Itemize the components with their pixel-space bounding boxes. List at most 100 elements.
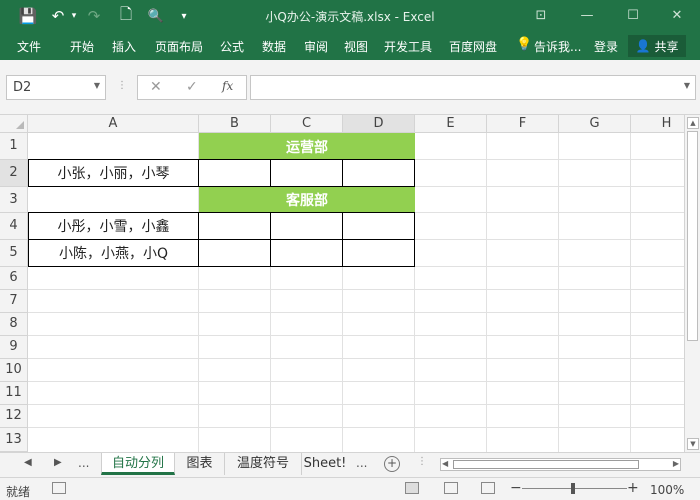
splitter-icon[interactable]: ⋮ — [417, 456, 427, 467]
share-label: 共享 — [654, 39, 679, 54]
cell-c4[interactable] — [270, 212, 343, 240]
row-header-13[interactable]: 13 — [0, 428, 28, 452]
cell-a2[interactable]: 小张，小丽，小琴 — [28, 159, 199, 187]
tab-view[interactable]: 视图 — [344, 38, 368, 55]
ribbon-display-icon[interactable]: ⊡ — [528, 4, 554, 26]
tab-formulas[interactable]: 公式 — [220, 38, 244, 55]
cell-d2[interactable] — [342, 159, 415, 187]
row-header-5[interactable]: 5 — [0, 240, 28, 267]
cell-b5[interactable] — [198, 239, 271, 267]
tab-scroll-left-icon[interactable]: ◀ — [24, 457, 32, 468]
column-header-e[interactable]: E — [415, 115, 487, 133]
gridline — [28, 289, 684, 290]
vertical-scrollbar[interactable]: ▲ ▼ — [684, 115, 700, 452]
name-box[interactable]: D2 ▼ — [6, 75, 106, 100]
close-icon[interactable]: ✕ — [664, 4, 690, 26]
cell-b2[interactable] — [198, 159, 271, 187]
scroll-right-icon[interactable]: ▶ — [673, 459, 679, 468]
expand-formula-icon[interactable]: ▼ — [684, 81, 690, 90]
tab-baidu-netdisk[interactable]: 百度网盘 — [449, 38, 497, 55]
sheet-tab-chart[interactable]: 图表 — [175, 453, 225, 475]
row-header-12[interactable]: 12 — [0, 405, 28, 428]
gridline — [28, 381, 684, 382]
gridline — [28, 335, 684, 336]
cell-a4[interactable]: 小彤，小雪，小鑫 — [28, 212, 199, 240]
formula-input[interactable]: ▼ — [250, 75, 696, 100]
tab-home[interactable]: 开始 — [70, 38, 94, 55]
chevron-down-icon[interactable]: ▼ — [94, 81, 100, 90]
cell-b1-merged-header[interactable]: 运营部 — [199, 133, 415, 160]
row-header-3[interactable]: 3 — [0, 187, 28, 213]
gridline — [28, 404, 684, 405]
tab-review[interactable]: 审阅 — [304, 38, 328, 55]
status-bar: 就绪 − + 100% — [0, 477, 700, 500]
cell-b3-merged-header[interactable]: 客服部 — [199, 187, 415, 213]
scroll-up-icon[interactable]: ▲ — [687, 117, 699, 129]
row-header-8[interactable]: 8 — [0, 313, 28, 336]
row-header-1[interactable]: 1 — [0, 133, 28, 160]
cell-d4[interactable] — [342, 212, 415, 240]
signin-link[interactable]: 登录 — [594, 38, 618, 55]
cell-d5[interactable] — [342, 239, 415, 267]
more-tabs-left[interactable]: ... — [78, 456, 89, 470]
column-header-f[interactable]: F — [487, 115, 559, 133]
tab-scroll-right-icon[interactable]: ▶ — [54, 457, 62, 468]
spreadsheet-grid[interactable]: A B C D E F G H 1 2 3 4 5 6 7 8 9 10 11 … — [0, 115, 684, 452]
row-header-7[interactable]: 7 — [0, 290, 28, 313]
row-header-6[interactable]: 6 — [0, 267, 28, 290]
maximize-icon[interactable]: ☐ — [620, 4, 646, 26]
name-box-value: D2 — [13, 80, 32, 95]
sheet-tab-sheet[interactable]: Sheet! — [302, 453, 348, 475]
row-header-9[interactable]: 9 — [0, 336, 28, 359]
column-header-h[interactable]: H — [631, 115, 684, 133]
cell-a5[interactable]: 小陈，小燕，小Q — [28, 239, 199, 267]
page-break-view-icon[interactable] — [481, 482, 495, 494]
zoom-in-icon[interactable]: + — [627, 480, 639, 496]
gridline — [28, 358, 684, 359]
tab-developer[interactable]: 开发工具 — [384, 38, 432, 55]
sheet-tab-auto-split[interactable]: 自动分列 — [101, 453, 175, 475]
add-sheet-icon[interactable]: + — [384, 456, 400, 472]
formula-bar: D2 ▼ ⋮ ✕ ✓ fx ▼ — [0, 60, 700, 115]
horizontal-scroll-thumb[interactable] — [453, 460, 639, 469]
column-header-g[interactable]: G — [559, 115, 631, 133]
minimize-icon[interactable]: — — [574, 4, 600, 26]
scroll-down-icon[interactable]: ▼ — [687, 438, 699, 450]
row-header-10[interactable]: 10 — [0, 359, 28, 382]
zoom-level[interactable]: 100% — [650, 483, 684, 497]
tab-page-layout[interactable]: 页面布局 — [155, 38, 203, 55]
cancel-icon[interactable]: ✕ — [150, 79, 162, 95]
zoom-out-icon[interactable]: − — [510, 480, 522, 496]
select-all-corner[interactable] — [0, 115, 28, 133]
cell-c5[interactable] — [270, 239, 343, 267]
insert-function-icon[interactable]: fx — [222, 79, 233, 93]
formula-bar-splitter[interactable]: ⋮ — [117, 80, 127, 91]
tab-data[interactable]: 数据 — [262, 38, 286, 55]
row-header-11[interactable]: 11 — [0, 382, 28, 405]
row-header-4[interactable]: 4 — [0, 213, 28, 240]
column-header-d[interactable]: D — [343, 115, 415, 133]
scroll-left-icon[interactable]: ◀ — [442, 459, 448, 468]
macro-record-icon[interactable] — [52, 482, 66, 494]
status-ready: 就绪 — [6, 485, 31, 499]
more-tabs-right[interactable]: ... — [356, 456, 367, 470]
horizontal-scrollbar[interactable]: ◀ ▶ — [440, 458, 681, 471]
tab-file[interactable]: 文件 — [17, 38, 41, 55]
column-header-c[interactable]: C — [271, 115, 343, 133]
vertical-scroll-thumb[interactable] — [687, 131, 698, 341]
row-header-2[interactable]: 2 — [0, 160, 28, 187]
column-header-b[interactable]: B — [199, 115, 271, 133]
lightbulb-icon: 💡 — [516, 37, 533, 52]
column-header-a[interactable]: A — [28, 115, 199, 133]
sheet-tab-temperature[interactable]: 温度符号 — [225, 453, 302, 475]
tell-me-search[interactable]: 告诉我... — [534, 38, 581, 55]
enter-icon[interactable]: ✓ — [186, 79, 198, 95]
cell-b4[interactable] — [198, 212, 271, 240]
gridline — [28, 427, 684, 428]
cell-c2[interactable] — [270, 159, 343, 187]
page-layout-view-icon[interactable] — [444, 482, 458, 494]
tab-insert[interactable]: 插入 — [112, 38, 136, 55]
share-button[interactable]: 👤 共享 — [628, 35, 686, 57]
normal-view-icon[interactable] — [405, 482, 419, 494]
zoom-slider-thumb[interactable] — [571, 483, 575, 494]
